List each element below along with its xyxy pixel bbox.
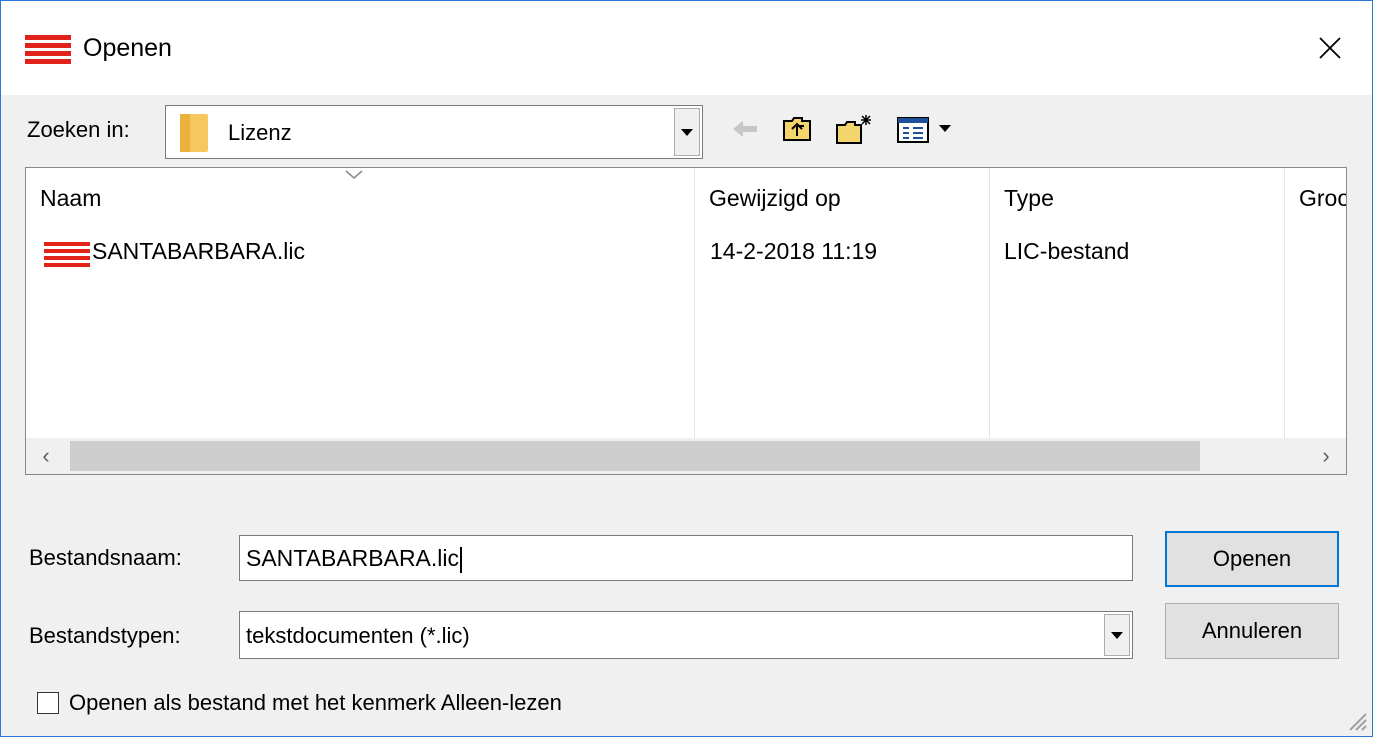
lic-file-icon	[44, 242, 90, 268]
readonly-checkbox[interactable]	[37, 692, 59, 714]
text-caret	[460, 546, 463, 573]
close-button[interactable]	[1288, 1, 1372, 95]
close-icon	[1319, 37, 1341, 59]
chevron-down-icon	[1111, 631, 1123, 639]
look-in-label: Zoeken in:	[27, 117, 130, 142]
filename-value: SANTABARBARA.lic	[246, 545, 460, 571]
readonly-label: Openen als bestand met het kenmerk Allee…	[69, 690, 562, 715]
scroll-right-button[interactable]: ›	[1306, 438, 1346, 474]
cancel-button[interactable]: Annuleren	[1165, 603, 1339, 659]
back-button[interactable]	[725, 109, 765, 149]
table-row[interactable]: SANTABARBARA.lic 14-2-2018 11:19 LIC-bes…	[26, 230, 1346, 272]
folder-up-icon	[783, 117, 811, 141]
column-header-size[interactable]: Groo	[1285, 178, 1346, 226]
look-in-combo[interactable]: Lizenz	[165, 105, 703, 159]
new-folder-icon	[836, 115, 871, 144]
open-dialog: Openen Zoeken in: Lizenz Naam Gewijzigd …	[0, 0, 1373, 737]
filename-label: Bestandsnaam:	[29, 545, 182, 570]
app-logo-icon	[25, 35, 71, 65]
filetype-label: Bestandstypen:	[29, 623, 181, 648]
filetype-select[interactable]: tekstdocumenten (*.lic)	[239, 611, 1133, 659]
resize-grip-icon[interactable]	[1346, 710, 1368, 732]
file-type: LIC-bestand	[1004, 238, 1130, 264]
column-header-name[interactable]: Naam	[26, 178, 694, 226]
look-in-dropdown-button[interactable]	[674, 108, 700, 156]
look-in-value: Lizenz	[228, 120, 292, 145]
file-name: SANTABARBARA.lic	[92, 238, 306, 264]
title-bar: Openen	[1, 1, 1372, 95]
file-list[interactable]: Naam Gewijzigd op Type Groo SANTABARBARA…	[25, 167, 1347, 475]
filetype-dropdown-button[interactable]	[1104, 614, 1130, 656]
file-modified: 14-2-2018 11:19	[710, 238, 878, 264]
open-button[interactable]: Openen	[1165, 531, 1339, 587]
chevron-down-icon	[681, 128, 693, 136]
scrollbar-thumb[interactable]	[70, 441, 1200, 471]
arrow-left-icon	[733, 121, 757, 137]
new-folder-button[interactable]	[833, 109, 877, 149]
dialog-title: Openen	[83, 34, 172, 62]
column-header-type[interactable]: Type	[990, 178, 1284, 226]
chevron-left-icon: ‹	[42, 443, 50, 468]
filetype-value: tekstdocumenten (*.lic)	[246, 623, 470, 648]
filename-input[interactable]: SANTABARBARA.lic	[239, 535, 1133, 581]
scroll-left-button[interactable]: ‹	[26, 438, 66, 474]
column-header-modified[interactable]: Gewijzigd op	[695, 178, 989, 226]
folder-icon	[180, 114, 208, 152]
horizontal-scrollbar[interactable]: ‹ ›	[26, 438, 1346, 474]
view-menu-icon	[897, 117, 951, 143]
up-folder-button[interactable]	[777, 109, 817, 149]
view-menu-button[interactable]	[891, 109, 961, 149]
chevron-right-icon: ›	[1322, 443, 1330, 468]
